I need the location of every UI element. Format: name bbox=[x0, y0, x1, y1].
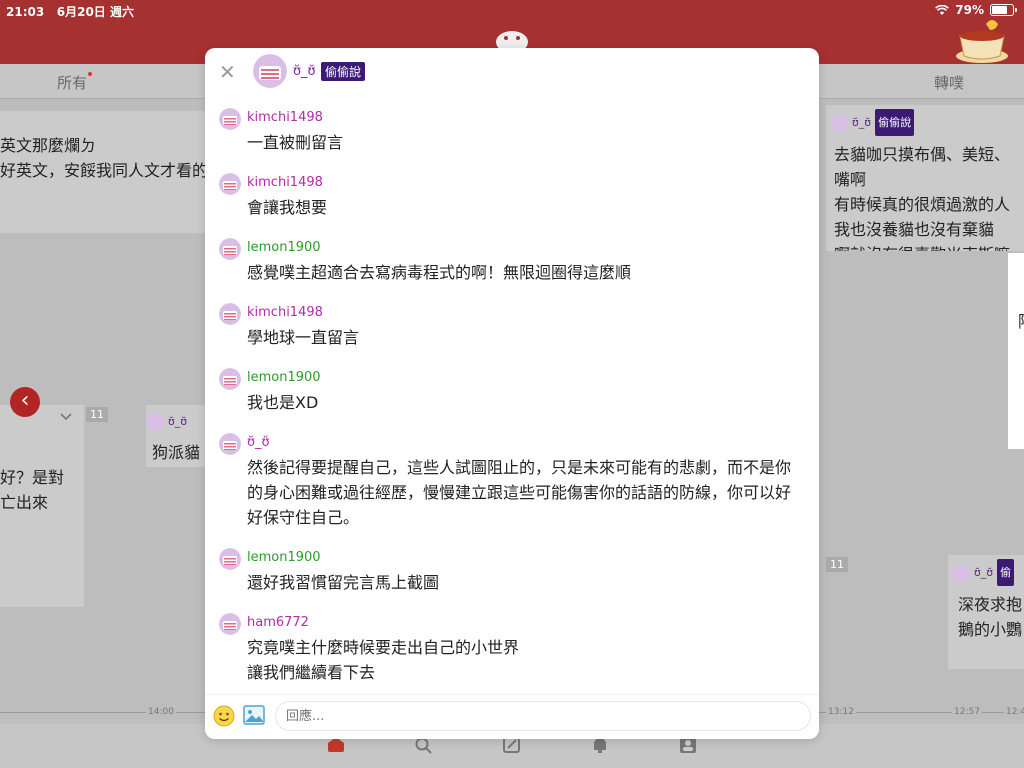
time-label: 13:12 bbox=[826, 707, 856, 717]
response-text: 感覺噗主超適合去寫病毒程式的啊！無限迴圈得這麼順 bbox=[247, 263, 632, 282]
response-item: lemon1900 我也是XD bbox=[205, 360, 819, 425]
tab-replurk[interactable]: 轉噗 bbox=[934, 72, 964, 93]
response-author[interactable]: ʊ̆_ʊ̆ bbox=[247, 433, 805, 453]
response-item: ʊ̆_ʊ̆ 然後記得要提醒自己，這些人試圖阻止的，只是未來可能有的悲劇，而不是你的… bbox=[205, 425, 819, 540]
unread-dot bbox=[88, 72, 93, 76]
avatar[interactable] bbox=[219, 108, 241, 130]
avatar[interactable] bbox=[219, 173, 241, 195]
response-text: 一直被刪留言 bbox=[247, 133, 344, 152]
bg-plurk-author: ʊ̆_ʊ̆ bbox=[852, 116, 872, 129]
response-author[interactable]: ham6772 bbox=[247, 613, 805, 633]
avatar[interactable] bbox=[219, 433, 241, 455]
bg-plurk-text: 狗派貓 bbox=[152, 443, 201, 462]
status-bar: 21:03 6月20日 週六 79% bbox=[0, 0, 1024, 20]
bg-plurk-card[interactable]: 阿 bbox=[1008, 253, 1024, 449]
bg-plurk-card[interactable]: ʊ̆_ʊ̆ 狗派貓 bbox=[146, 405, 208, 467]
bg-plurk-text: 阿 bbox=[1018, 309, 1024, 334]
emoticon-icon[interactable] bbox=[213, 705, 235, 727]
wifi-icon bbox=[935, 4, 950, 15]
secret-badge: 偷偷說 bbox=[875, 109, 915, 136]
bg-plurk-card[interactable]: 好？是對 亡出來 bbox=[0, 405, 84, 607]
status-date: 6月20日 週六 bbox=[56, 5, 134, 19]
time-label: 12:57 bbox=[952, 707, 982, 717]
previous-arrow-button[interactable]: ‹ bbox=[10, 387, 40, 417]
status-time-date: 21:03 6月20日 週六 bbox=[6, 3, 134, 20]
response-count: 11 bbox=[86, 407, 108, 422]
status-time: 21:03 bbox=[6, 5, 45, 19]
avatar[interactable] bbox=[253, 54, 287, 88]
response-author[interactable]: kimchi1498 bbox=[247, 108, 805, 128]
bg-plurk-meta: ʊ̆_ʊ̆ bbox=[146, 409, 208, 434]
battery-icon bbox=[990, 4, 1017, 16]
response-text: 然後記得要提醒自己，這些人試圖阻止的，只是未來可能有的悲劇，而不是你的身心困難或… bbox=[247, 458, 792, 527]
avatar[interactable] bbox=[219, 368, 241, 390]
response-author[interactable]: lemon1900 bbox=[247, 548, 805, 568]
time-label: 12:47 bbox=[1004, 707, 1024, 717]
response-text: 學地球一直留言 bbox=[247, 328, 360, 347]
bg-plurk-meta: ʊ̆_ʊ̆ 偷偷說 bbox=[830, 109, 1024, 136]
tab-replurk-label: 轉噗 bbox=[934, 74, 965, 92]
bg-plurk-card[interactable]: 英文那麼爛ㄉ 好英文，安餒我同人文才看的 bbox=[0, 111, 210, 233]
bg-plurk-text: 去貓咖只摸布偶、美短、 嘴啊 有時候真的很煩過激的人 我也沒養貓也沒有棄貓 啊就… bbox=[834, 145, 1011, 251]
status-right: 79% bbox=[935, 3, 1017, 17]
avatar[interactable] bbox=[219, 303, 241, 325]
time-label: 14:00 bbox=[146, 707, 176, 717]
response-item: kimchi1498 會讓我想要 bbox=[205, 165, 819, 230]
dialog-header: ✕ ʊ̆_ʊ̆ 偷偷說 bbox=[205, 48, 819, 94]
response-text: 會讓我想要 bbox=[247, 198, 328, 217]
bg-plurk-text: 英文那麼爛ㄉ 好英文，安餒我同人文才看的 bbox=[0, 136, 209, 180]
plurk-detail-dialog: ✕ ʊ̆_ʊ̆ 偷偷說 kimchi1498 一直被刪留言 kimchi1498 會讓… bbox=[205, 48, 819, 739]
response-text: 還好我習慣留完言馬上截圖 bbox=[247, 573, 440, 592]
avatar bbox=[830, 113, 848, 132]
response-item: lemon1900 還好我習慣留完言馬上截圖 bbox=[205, 540, 819, 605]
avatar[interactable] bbox=[219, 238, 241, 260]
author-name[interactable]: ʊ̆_ʊ̆ bbox=[293, 64, 316, 79]
avatar bbox=[952, 563, 970, 582]
avatar[interactable] bbox=[219, 613, 241, 635]
response-text: 究竟噗主什麼時候要走出自己的小世界 讓我們繼續看下去 bbox=[247, 638, 520, 682]
tab-all[interactable]: 所有 bbox=[57, 72, 93, 93]
response-author[interactable]: lemon1900 bbox=[247, 368, 805, 388]
response-item: kimchi1498 一直被刪留言 bbox=[205, 100, 819, 165]
bg-plurk-text: 深夜求抱 鵝的小鸚 bbox=[958, 595, 1023, 639]
image-upload-icon[interactable] bbox=[243, 705, 265, 725]
avatar bbox=[146, 412, 164, 431]
reply-bar bbox=[205, 694, 819, 739]
close-icon[interactable]: ✕ bbox=[219, 60, 236, 84]
secret-badge: 偷 bbox=[997, 559, 1015, 586]
bg-plurk-meta: ʊ̆_ʊ̆ 偷 bbox=[952, 559, 1024, 586]
battery-percent: 79% bbox=[955, 3, 984, 17]
response-item: lemon1900 感覺噗主超適合去寫病毒程式的啊！無限迴圈得這麼順 bbox=[205, 230, 819, 295]
response-author[interactable]: kimchi1498 bbox=[247, 303, 805, 323]
secret-badge: 偷偷說 bbox=[321, 62, 366, 81]
bg-plurk-text: 好？是對 亡出來 bbox=[0, 468, 65, 512]
bg-plurk-card[interactable]: ʊ̆_ʊ̆ 偷偷說 去貓咖只摸布偶、美短、 嘴啊 有時候真的很煩過激的人 我也沒… bbox=[826, 105, 1024, 251]
response-text: 我也是XD bbox=[247, 393, 319, 412]
reply-input[interactable] bbox=[275, 701, 811, 731]
response-item: kimchi1498 學地球一直留言 bbox=[205, 295, 819, 360]
response-item: ham6772 究竟噗主什麼時候要走出自己的小世界 讓我們繼續看下去 bbox=[205, 605, 819, 694]
bg-plurk-card[interactable]: ʊ̆_ʊ̆ 偷 深夜求抱 鵝的小鸚 bbox=[948, 555, 1024, 669]
response-author[interactable]: lemon1900 bbox=[247, 238, 805, 258]
bg-plurk-author: ʊ̆_ʊ̆ bbox=[168, 415, 188, 428]
response-author[interactable]: kimchi1498 bbox=[247, 173, 805, 193]
cup-logo-icon[interactable] bbox=[950, 16, 1014, 64]
response-list: kimchi1498 一直被刪留言 kimchi1498 會讓我想要 lemon1900… bbox=[205, 100, 819, 694]
response-count: 11 bbox=[826, 557, 848, 572]
chevron-down-icon[interactable] bbox=[60, 413, 72, 421]
avatar[interactable] bbox=[219, 548, 241, 570]
tab-all-label: 所有 bbox=[57, 74, 88, 92]
bg-plurk-author: ʊ̆_ʊ̆ bbox=[974, 566, 994, 579]
